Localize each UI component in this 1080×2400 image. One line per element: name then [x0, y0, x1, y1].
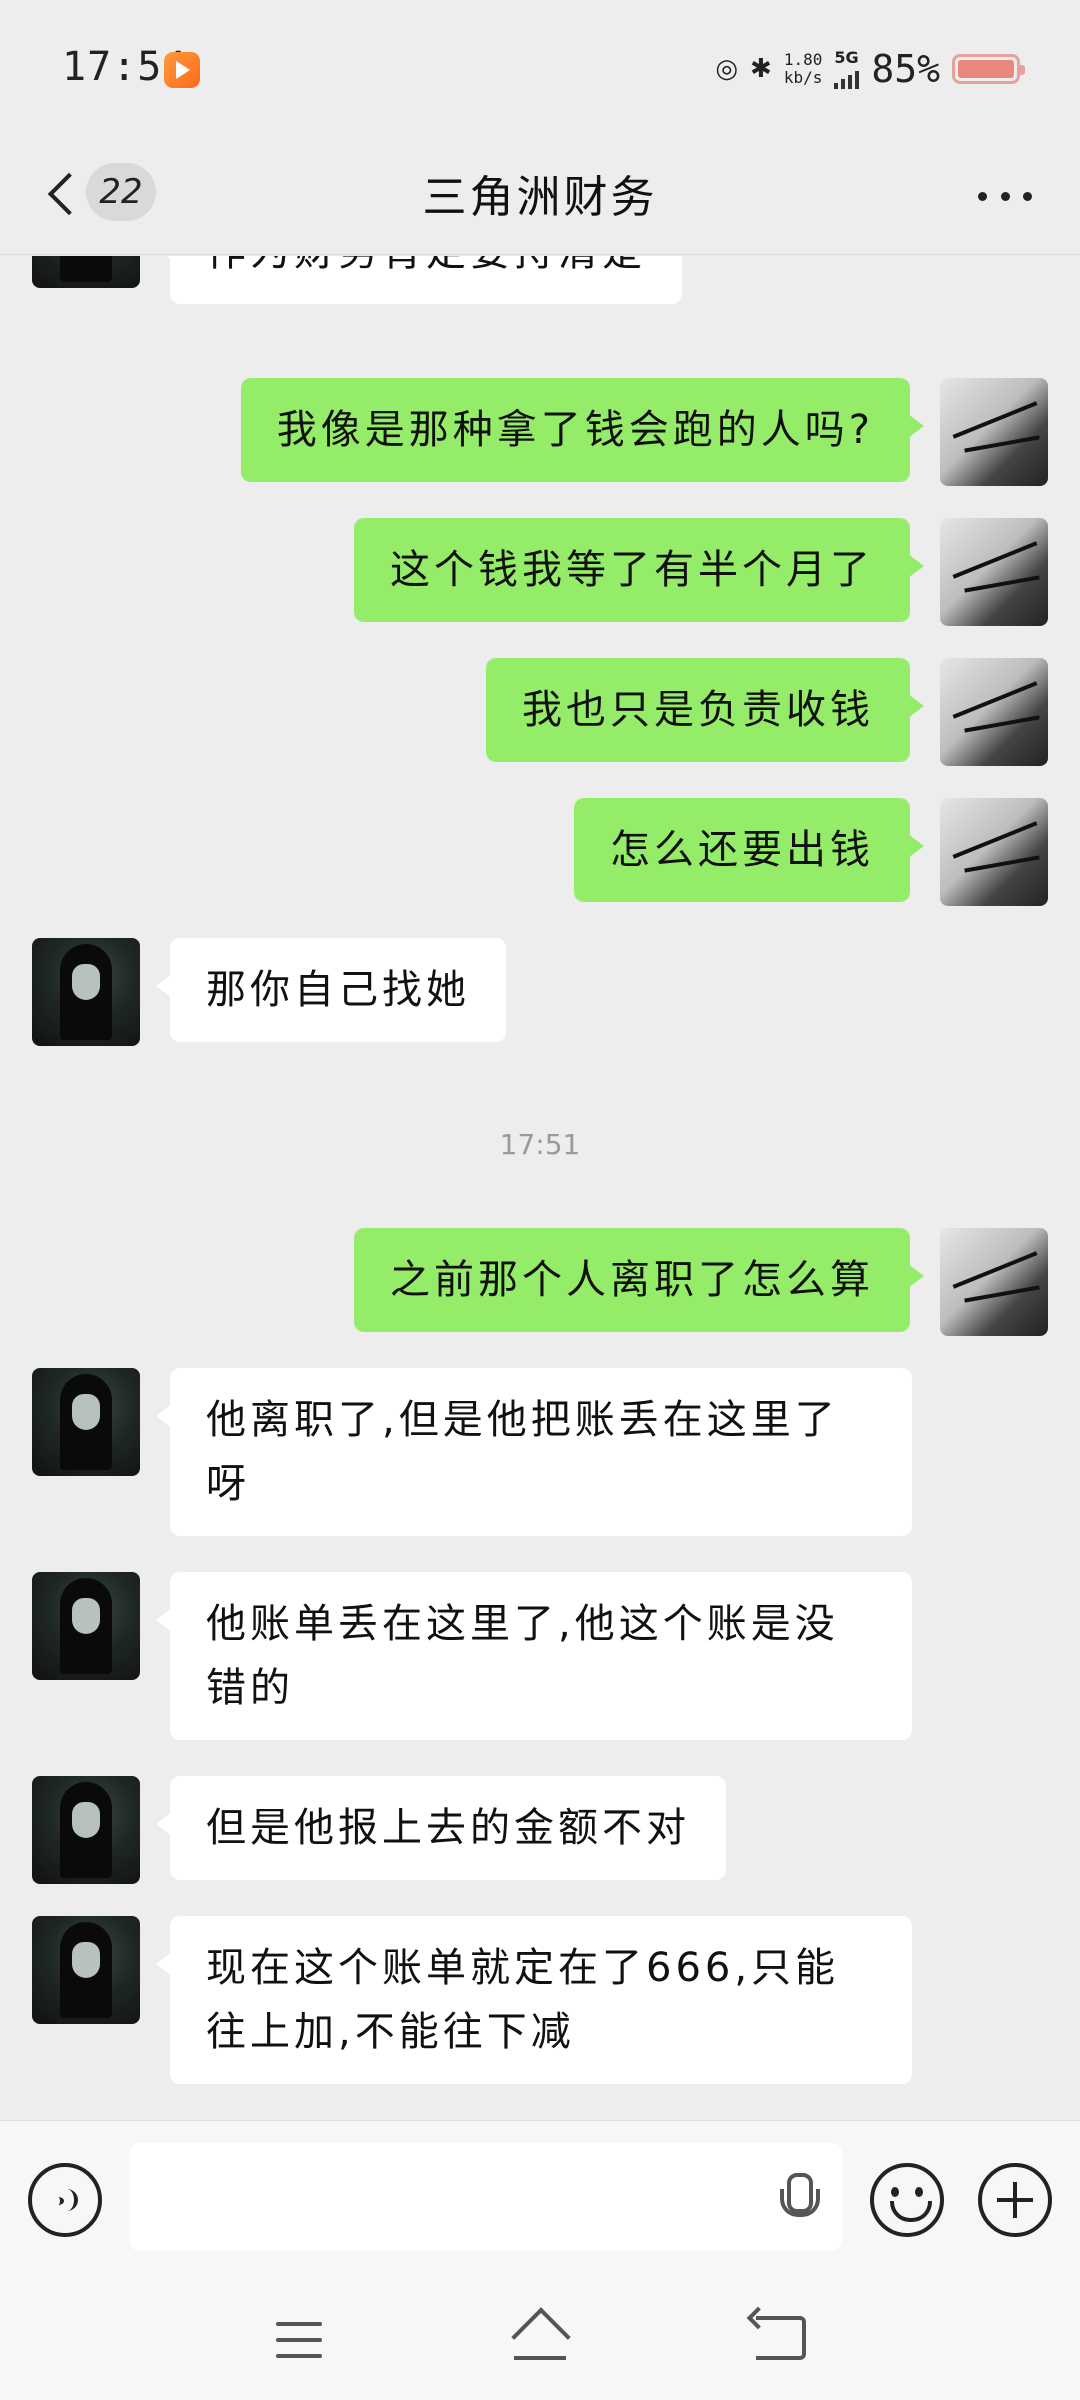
message-bubble-received[interactable]: 他离职了,但是他把账丢在这里了呀 [156, 1368, 912, 1536]
voice-button[interactable] [28, 2163, 102, 2237]
message-bubble-sent[interactable]: 我像是那种拿了钱会跑的人吗? [240, 378, 925, 482]
more-button[interactable] [970, 171, 1040, 221]
network-type: 5G [834, 48, 859, 67]
message-bubble-received[interactable]: 但是他报上去的金额不对 [156, 1776, 726, 1880]
avatar[interactable] [32, 938, 140, 1046]
input-bar [0, 2120, 1080, 2280]
network-indicator: 5G [834, 48, 860, 89]
chat-title: 三角洲财务 [422, 172, 658, 223]
avatar[interactable] [940, 798, 1048, 906]
battery-icon [952, 54, 1025, 84]
mic-icon[interactable] [776, 2173, 820, 2229]
home-icon[interactable] [508, 2310, 572, 2366]
message-list[interactable]: 作为财务肯定要捋清楚 我像是那种拿了钱会跑的人吗? 这个钱我等了有半个月了 我也… [0, 256, 1080, 2120]
message-bubble-received[interactable]: 那你自己找她 [156, 938, 506, 1042]
avatar[interactable] [940, 1228, 1048, 1336]
message-bubble-sent[interactable]: 我也只是负责收钱 [486, 658, 924, 762]
menu-icon[interactable] [276, 2322, 322, 2358]
message-bubble-sent[interactable]: 怎么还要出钱 [574, 798, 924, 902]
system-nav-bar [0, 2280, 1080, 2400]
signal-icon [834, 67, 860, 89]
message-bubble-received[interactable]: 现在这个账单就定在了666,只能往上加,不能往下减 [156, 1916, 912, 2084]
battery-percent: 85% [871, 47, 940, 91]
avatar[interactable] [32, 1368, 140, 1476]
plus-button[interactable] [978, 2163, 1052, 2237]
network-speed: 1.80 kb/s [784, 51, 823, 87]
back-nav-icon[interactable] [756, 2316, 806, 2360]
avatar[interactable] [940, 658, 1048, 766]
avatar[interactable] [940, 378, 1048, 486]
more-dots-icon [978, 191, 987, 201]
emoji-button[interactable] [870, 2163, 944, 2237]
chat-header: 22 三角洲财务 [0, 135, 1080, 255]
video-app-icon [164, 52, 200, 88]
message-bubble-sent[interactable]: 之前那个人离职了怎么算 [354, 1228, 924, 1332]
avatar[interactable] [32, 256, 140, 288]
avatar[interactable] [32, 1776, 140, 1884]
avatar[interactable] [32, 1572, 140, 1680]
message-input[interactable] [130, 2143, 842, 2251]
message-bubble-received[interactable]: 他账单丢在这里了,他这个账是没错的 [156, 1572, 912, 1740]
nfc-icon: ◎ [715, 54, 739, 84]
avatar[interactable] [940, 518, 1048, 626]
message-bubble-received[interactable]: 作为财务肯定要捋清楚 [156, 256, 682, 304]
status-bar: 17:54 ◎ ✱ 1.80 kb/s 5G 85% [0, 0, 1080, 135]
network-speed-value: 1.80 [783, 50, 823, 69]
message-timestamp: 17:51 [499, 1128, 581, 1161]
bluetooth-icon: ✱ [750, 54, 772, 84]
message-bubble-sent[interactable]: 这个钱我等了有半个月了 [354, 518, 924, 622]
avatar[interactable] [32, 1916, 140, 2024]
status-icons: ◎ ✱ 1.80 kb/s 5G 85% [715, 44, 1025, 94]
network-speed-unit: kb/s [783, 68, 823, 87]
